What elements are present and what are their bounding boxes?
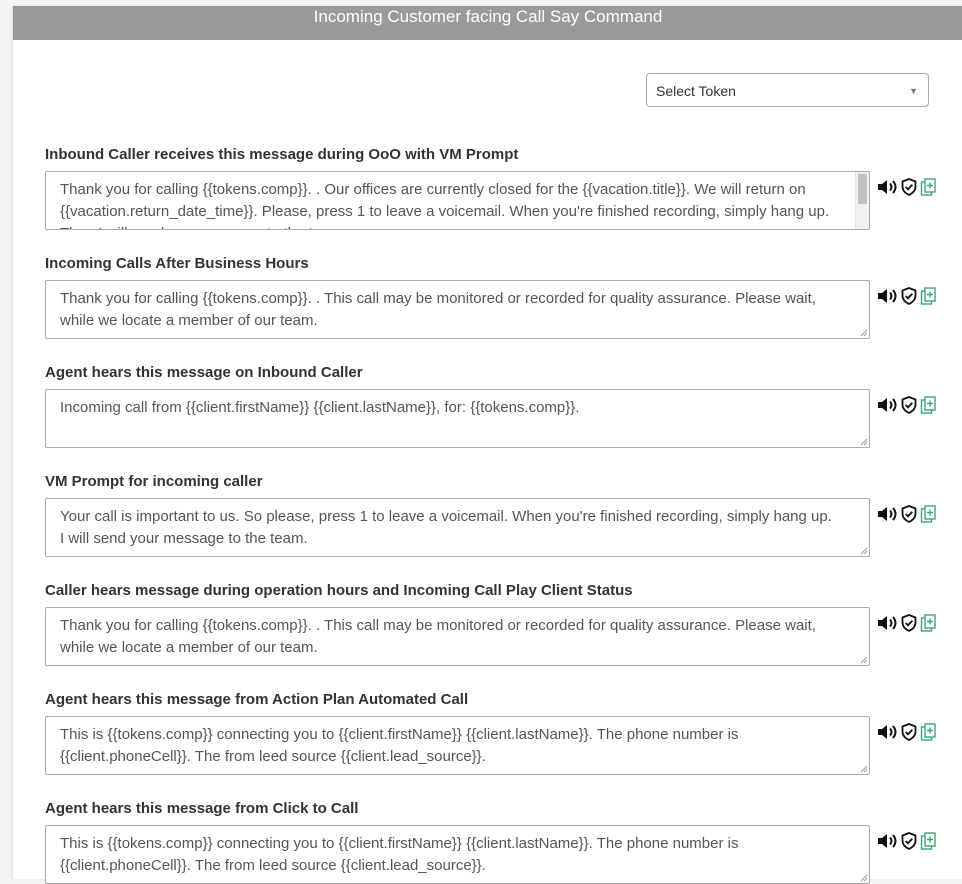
section-actions	[877, 286, 939, 306]
shield-check-icon[interactable]	[899, 613, 919, 633]
resize-handle-icon[interactable]	[860, 656, 868, 664]
message-section: Agent hears this message on Inbound Call…	[45, 364, 950, 448]
panel-header: Incoming Customer facing Call Say Comman…	[13, 6, 962, 40]
message-text: This is {{tokens.comp}} connecting you t…	[60, 835, 739, 874]
section-actions	[877, 395, 939, 415]
message-textarea[interactable]: Incoming call from {{client.firstName}} …	[45, 389, 870, 448]
speaker-icon[interactable]	[877, 504, 899, 524]
message-section: VM Prompt for incoming caller Your call …	[45, 473, 950, 557]
scrollbar-thumb[interactable]	[858, 174, 867, 204]
message-textarea[interactable]: Thank you for calling {{tokens.comp}}. .…	[45, 171, 870, 230]
say-command-panel: Incoming Customer facing Call Say Comman…	[12, 6, 962, 884]
add-token-icon[interactable]	[919, 613, 939, 633]
speaker-icon[interactable]	[877, 395, 899, 415]
shield-check-icon[interactable]	[899, 831, 919, 851]
message-textarea[interactable]: Thank you for calling {{tokens.comp}}. .…	[45, 607, 870, 666]
dropdown-arrow-icon: ▼	[909, 86, 918, 96]
section-actions	[877, 831, 939, 851]
resize-handle-icon[interactable]	[860, 765, 868, 773]
resize-handle-icon[interactable]	[860, 874, 868, 882]
section-label: Agent hears this message from Action Pla…	[45, 691, 469, 708]
section-label: Incoming Calls After Business Hours	[45, 255, 309, 272]
message-text: Thank you for calling {{tokens.comp}}. .…	[60, 617, 816, 656]
message-textarea[interactable]: This is {{tokens.comp}} connecting you t…	[45, 825, 870, 884]
add-token-icon[interactable]	[919, 504, 939, 524]
speaker-icon[interactable]	[877, 831, 899, 851]
speaker-icon[interactable]	[877, 722, 899, 742]
message-text: This is {{tokens.comp}} connecting you t…	[60, 726, 739, 765]
speaker-icon[interactable]	[877, 613, 899, 633]
section-actions	[877, 504, 939, 524]
shield-check-icon[interactable]	[899, 722, 919, 742]
add-token-icon[interactable]	[919, 831, 939, 851]
message-textarea[interactable]: Thank you for calling {{tokens.comp}}. .…	[45, 280, 870, 339]
section-label: Agent hears this message from Click to C…	[45, 800, 359, 817]
add-token-icon[interactable]	[919, 177, 939, 197]
message-text: Thank you for calling {{tokens.comp}}. .…	[60, 290, 816, 329]
message-text: Incoming call from {{client.firstName}} …	[60, 399, 580, 416]
message-section: Caller hears message during operation ho…	[45, 582, 950, 666]
panel-title: Incoming Customer facing Call Say Comman…	[313, 7, 663, 26]
add-token-icon[interactable]	[919, 286, 939, 306]
message-textarea[interactable]: This is {{tokens.comp}} connecting you t…	[45, 716, 870, 775]
shield-check-icon[interactable]	[899, 504, 919, 524]
shield-check-icon[interactable]	[899, 177, 919, 197]
token-select[interactable]: Select Token ▼	[646, 73, 929, 107]
message-text: Your call is important to us. So please,…	[60, 508, 832, 547]
section-label: Inbound Caller receives this message dur…	[45, 146, 519, 163]
message-section: Inbound Caller receives this message dur…	[45, 146, 950, 230]
section-label: Agent hears this message on Inbound Call…	[45, 364, 363, 381]
section-actions	[877, 613, 939, 633]
section-label: VM Prompt for incoming caller	[45, 473, 263, 490]
resize-handle-icon[interactable]	[860, 438, 868, 446]
speaker-icon[interactable]	[877, 177, 899, 197]
section-actions	[877, 722, 939, 742]
shield-check-icon[interactable]	[899, 286, 919, 306]
token-select-value: Select Token	[656, 83, 736, 99]
textarea-scrollbar[interactable]	[855, 172, 869, 229]
message-section: Incoming Calls After Business Hours Than…	[45, 255, 950, 339]
add-token-icon[interactable]	[919, 395, 939, 415]
section-actions	[877, 177, 939, 197]
speaker-icon[interactable]	[877, 286, 899, 306]
message-textarea[interactable]: Your call is important to us. So please,…	[45, 498, 870, 557]
resize-handle-icon[interactable]	[860, 329, 868, 337]
message-text: Thank you for calling {{tokens.comp}}. .…	[60, 181, 830, 229]
shield-check-icon[interactable]	[899, 395, 919, 415]
message-section: Agent hears this message from Click to C…	[45, 800, 950, 884]
resize-handle-icon[interactable]	[860, 547, 868, 555]
add-token-icon[interactable]	[919, 722, 939, 742]
message-section: Agent hears this message from Action Pla…	[45, 691, 950, 775]
section-label: Caller hears message during operation ho…	[45, 582, 633, 599]
